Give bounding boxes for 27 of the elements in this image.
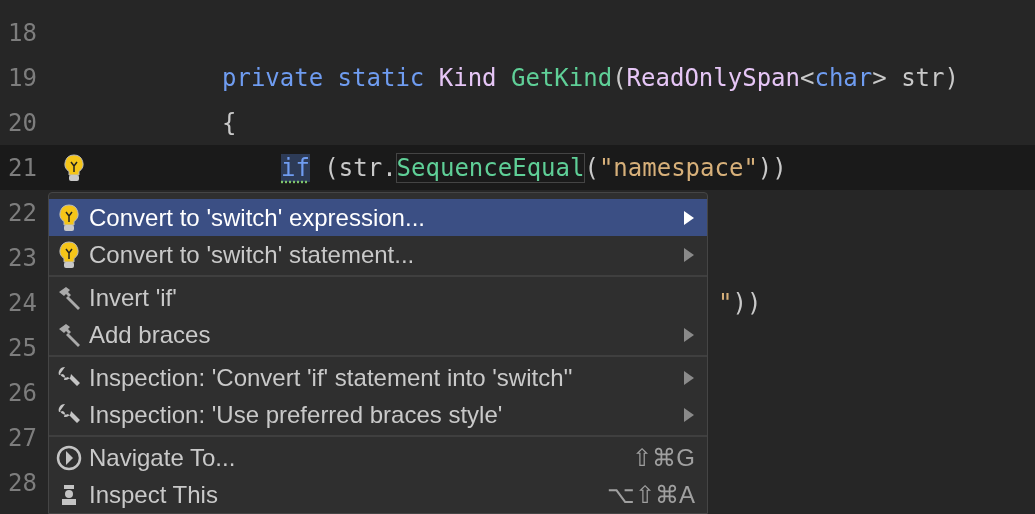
- menu-item[interactable]: Inspection: 'Convert 'if' statement into 'switch'': [49, 359, 707, 396]
- code-line: if (str.SequenceEqual("namespace")): [281, 152, 787, 184]
- line-number: 22: [7, 197, 38, 229]
- line-number: 24: [7, 287, 38, 319]
- menu-item[interactable]: Convert to 'switch' expression...: [49, 199, 707, 236]
- code-line: {: [222, 107, 237, 139]
- line-number: 28: [7, 467, 38, 499]
- line-number: 23: [7, 242, 38, 274]
- menu-item[interactable]: Invert 'if': [49, 279, 707, 316]
- lightbulb-icon[interactable]: [63, 153, 84, 182]
- shortcut-label: ⇧⌘G: [632, 442, 695, 473]
- menu-item[interactable]: Navigate To... ⇧⌘G: [49, 439, 707, 476]
- code-line: ")): [718, 287, 762, 319]
- menu-item[interactable]: Inspect This ⌥⇧⌘A: [49, 476, 707, 513]
- menu-item[interactable]: Add braces: [49, 316, 707, 353]
- line-number: 27: [7, 422, 38, 454]
- code-line: private static Kind GetKind(ReadOnlySpan<char> str): [222, 62, 959, 94]
- shortcut-label: ⌥⇧⌘A: [607, 479, 695, 510]
- line-number: 26: [7, 377, 38, 409]
- menu-item[interactable]: Convert to 'switch' statement...: [49, 236, 707, 273]
- line-number: 18: [7, 17, 38, 49]
- line-number: 21: [7, 152, 38, 184]
- compass-icon: [55, 444, 83, 471]
- line-number: 19: [7, 62, 38, 94]
- line-number: 25: [7, 332, 38, 364]
- menu-item[interactable]: Inspection: 'Use preferred braces style': [49, 396, 707, 433]
- line-number: 20: [7, 107, 38, 139]
